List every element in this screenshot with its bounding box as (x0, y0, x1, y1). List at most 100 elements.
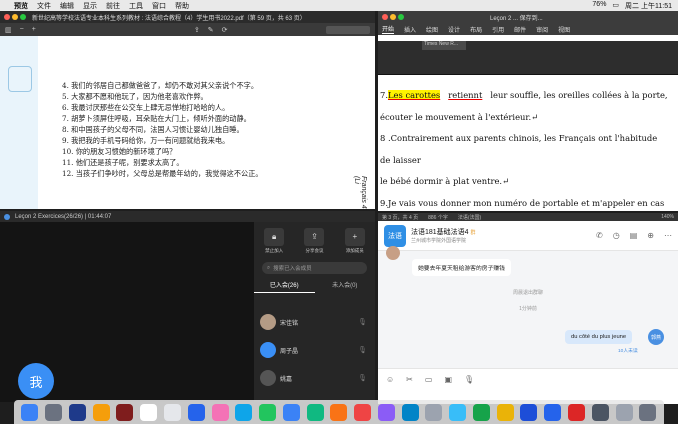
music-icon[interactable] (354, 403, 372, 421)
calendar-icon[interactable] (140, 403, 158, 421)
tab-draw[interactable]: 绘图 (426, 25, 438, 34)
pdf-page-margin (0, 36, 38, 209)
emoji-icon[interactable]: ☺ (386, 375, 394, 398)
notes-icon[interactable] (92, 403, 110, 421)
message-bubble-in[interactable]: 她要去年夏天租给游客的房子赚钱 (412, 259, 511, 276)
tab-references[interactable]: 引用 (492, 25, 504, 34)
unread-count[interactable]: 10人未读 (618, 347, 638, 354)
share-meeting-button[interactable]: ⇪ 分享会议 (301, 228, 327, 254)
zoom-icon[interactable] (20, 14, 26, 20)
folder-icon[interactable]: ▭ (425, 375, 433, 398)
tab-insert[interactable]: 插入 (404, 25, 416, 34)
tools-icon[interactable] (496, 403, 514, 421)
scissors-icon[interactable]: ✂ (406, 375, 413, 398)
menu-help[interactable]: 帮助 (175, 1, 189, 11)
minimize-icon[interactable] (12, 14, 18, 20)
font-name-select[interactable]: Times New R... (422, 41, 466, 50)
menu-tools[interactable]: 工具 (129, 1, 143, 11)
rotate-icon[interactable]: ⟳ (222, 26, 228, 34)
my-avatar[interactable]: 郭燕 (648, 329, 664, 345)
downloads-icon[interactable] (615, 403, 633, 421)
pdf-line: 7. 胡萝卜须屏住呼吸，耳朵贴在大门上，倾听外面的动静。 (62, 114, 251, 123)
battery-icon[interactable]: ▭ (612, 1, 619, 11)
facetime-icon[interactable] (259, 403, 277, 421)
group-avatar[interactable]: 法语 (384, 224, 406, 247)
menu-window[interactable]: 窗口 (152, 1, 166, 11)
podcasts-icon[interactable] (377, 403, 395, 421)
maps-icon[interactable] (187, 403, 205, 421)
tab-layout[interactable]: 布局 (470, 25, 482, 34)
menu-app[interactable]: 预览 (14, 1, 28, 11)
member-search-input[interactable]: ⌕ 搜索已入会成员 (262, 262, 367, 274)
tab-view[interactable]: 视图 (558, 25, 570, 34)
mic-icon[interactable]: 🎙︎ (464, 375, 474, 398)
doc-line: 7.Les carottes retiennt leur souffle, le… (380, 90, 668, 100)
clock[interactable]: 周二 上午11:51 (625, 1, 672, 11)
share-icon[interactable]: ⇪ (194, 26, 200, 34)
history-icon[interactable]: ◷ (613, 231, 620, 240)
preview-icon[interactable] (591, 403, 609, 421)
dock (14, 400, 664, 424)
tab-not-joined[interactable]: 未入会(0) (315, 280, 376, 293)
zoom-in-icon[interactable]: + (32, 26, 36, 33)
reminders-icon[interactable] (163, 403, 181, 421)
powerpoint-icon[interactable] (567, 403, 585, 421)
message-bubble-out[interactable]: du côté du plus jeune (565, 330, 633, 344)
chat-window: 第 3 页，共 4 页 886 个字 法语(法国) 140% 法语 法语181基础法语… (378, 213, 678, 404)
group-name: 法语181基础法语4 (411, 229, 469, 236)
battery-percent[interactable]: 76% (592, 1, 606, 11)
settings-icon[interactable] (425, 403, 443, 421)
markup-icon[interactable]: ✎ (208, 26, 214, 34)
tab-mailings[interactable]: 邮件 (514, 25, 526, 34)
pdf-window: 新世纪高等学校法语专业本科生系列教材 : 法语综合教程（4）学生用书2022.p… (0, 11, 375, 209)
search-input[interactable] (326, 25, 370, 34)
add-icon[interactable]: ⊕ (647, 231, 654, 240)
keynote-icon[interactable] (282, 403, 300, 421)
member-row[interactable]: 周子晶 🎙︎ (254, 339, 375, 361)
meeting-app-icon (4, 213, 10, 220)
close-icon[interactable] (4, 14, 10, 20)
phone-icon[interactable]: ✆ (596, 231, 603, 240)
image-icon[interactable]: ▣ (444, 375, 452, 398)
pdf-line: 11. 他们还是孩子呢，别要求太高了。 (62, 158, 184, 167)
zoom-icon[interactable] (398, 14, 404, 20)
word-document[interactable]: 7.Les carottes retiennt leur souffle, le… (378, 75, 678, 236)
chat-app-icon[interactable] (449, 403, 467, 421)
tab-design[interactable]: 设计 (448, 25, 460, 34)
minimize-icon[interactable] (390, 14, 396, 20)
menu-file[interactable]: 文件 (37, 1, 51, 11)
lock-meeting-button[interactable]: 🔒︎ 禁止加入 (261, 228, 287, 254)
avatar (260, 342, 276, 358)
member-row[interactable]: 宋佳铭 🎙︎ (254, 311, 375, 333)
launchpad-icon[interactable] (45, 403, 63, 421)
pages-icon[interactable] (330, 403, 348, 421)
add-member-button[interactable]: + 添加成员 (342, 228, 368, 254)
photos-icon[interactable] (211, 403, 229, 421)
tab-review[interactable]: 审阅 (536, 25, 548, 34)
member-row[interactable]: 姚嘉 🎙︎ (254, 367, 375, 389)
trash-icon[interactable] (639, 403, 657, 421)
word-icon[interactable] (520, 403, 538, 421)
avatar[interactable] (386, 246, 400, 260)
avatar (260, 314, 276, 330)
appstore-icon[interactable] (401, 403, 419, 421)
photos-browser-icon[interactable] (116, 403, 134, 421)
more-icon[interactable]: ⋯ (664, 231, 672, 240)
safari-icon[interactable] (68, 403, 86, 421)
add-user-icon: + (344, 228, 365, 246)
zoom-out-icon[interactable]: − (20, 26, 24, 33)
tab-home[interactable]: 开始 (382, 24, 395, 34)
self-avatar[interactable]: 我 (18, 363, 54, 399)
messages-icon[interactable] (235, 403, 253, 421)
finder-icon[interactable] (21, 403, 39, 421)
wechat-icon[interactable] (472, 403, 490, 421)
doc-icon[interactable]: ▤ (630, 231, 638, 240)
menu-view[interactable]: 显示 (83, 1, 97, 11)
menu-go[interactable]: 前往 (106, 1, 120, 11)
meeting-icon[interactable] (544, 403, 562, 421)
numbers-icon[interactable] (306, 403, 324, 421)
menu-edit[interactable]: 编辑 (60, 1, 74, 11)
close-icon[interactable] (382, 14, 388, 20)
sidebar-icon[interactable]: ▥ (5, 26, 12, 34)
tab-joined[interactable]: 已入会(26) (254, 280, 315, 293)
